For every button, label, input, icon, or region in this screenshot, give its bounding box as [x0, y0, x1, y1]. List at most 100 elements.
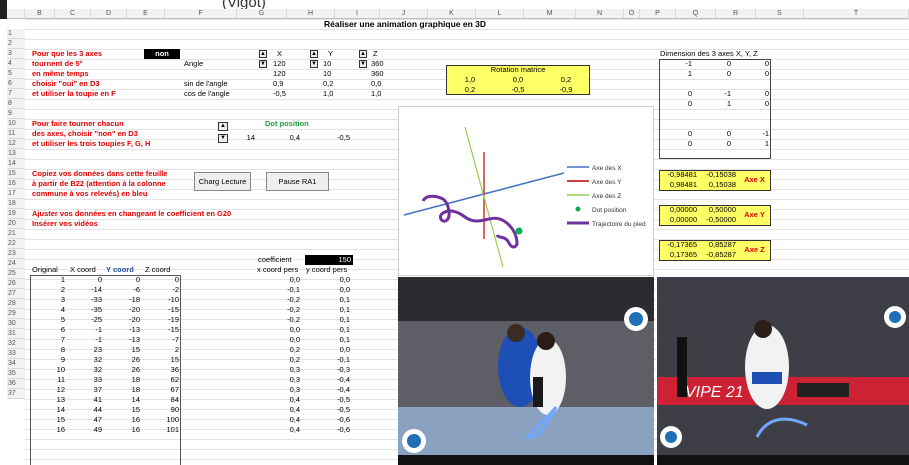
column-header[interactable]: J: [380, 9, 428, 19]
spin-up-y[interactable]: ▲: [310, 50, 318, 58]
row-header[interactable]: 30: [7, 319, 25, 329]
table-cell: -0,6: [337, 415, 350, 424]
row-header[interactable]: 7: [7, 89, 25, 99]
row-header[interactable]: 15: [7, 169, 25, 179]
row-header[interactable]: 24: [7, 259, 25, 269]
column-header[interactable]: F: [165, 9, 237, 19]
dot-spin-up[interactable]: ▲: [218, 122, 228, 131]
rot-r2-c3: -0,9: [559, 85, 573, 94]
column-header[interactable]: K: [428, 9, 476, 19]
row-header[interactable]: 23: [7, 249, 25, 259]
row-header[interactable]: 5: [7, 69, 25, 79]
charg-lecture-button[interactable]: Charg Lecture: [194, 172, 251, 191]
column-header[interactable]: Q: [676, 9, 716, 19]
column-header[interactable]: T: [804, 9, 909, 19]
spin-down-y[interactable]: ▼: [310, 60, 318, 68]
cos-y: 1,0: [323, 89, 334, 98]
row-header[interactable]: 31: [7, 329, 25, 339]
dimension-cell: 1: [687, 69, 692, 78]
select-all-corner[interactable]: [7, 9, 25, 19]
d3-mode-value[interactable]: non: [144, 49, 180, 59]
banner-text: VIPE 21: [685, 384, 744, 401]
table-cell: -0,4: [337, 375, 350, 384]
row-header[interactable]: 26: [7, 279, 25, 289]
column-header[interactable]: M: [524, 9, 576, 19]
table-cell: -15: [168, 305, 179, 314]
row-header[interactable]: 22: [7, 239, 25, 249]
axe-x-label: Axe X: [744, 175, 765, 184]
table-cell: -13: [129, 325, 140, 334]
row-header[interactable]: 9: [7, 109, 25, 119]
row-header[interactable]: 13: [7, 149, 25, 159]
spreadsheet-grid[interactable]: ABCDEFGHIJKLMNOPQRST 1234567891011121314…: [0, 9, 909, 465]
axe-x-r2c1: 0,98481: [669, 180, 697, 189]
instruction-line: Insérer vos vidéos: [32, 219, 98, 228]
row-header[interactable]: 10: [7, 119, 25, 129]
row-header[interactable]: 11: [7, 129, 25, 139]
row-header[interactable]: 17: [7, 189, 25, 199]
coefficient-value[interactable]: 150: [305, 255, 353, 265]
row-header[interactable]: 29: [7, 309, 25, 319]
column-header[interactable]: C: [55, 9, 91, 19]
instruction-line: à partir de B22 (attention à la colonne: [32, 179, 166, 188]
axe-y-r1c2: 0,50000: [708, 205, 736, 214]
column-header[interactable]: D: [91, 9, 127, 19]
row-header[interactable]: 28: [7, 299, 25, 309]
video-player-1[interactable]: [398, 277, 654, 465]
row-header[interactable]: 1: [7, 29, 25, 39]
row-header[interactable]: 14: [7, 159, 25, 169]
pause-button[interactable]: Pause RA1: [266, 172, 329, 191]
row-header[interactable]: 20: [7, 219, 25, 229]
spin-down-x[interactable]: ▼: [259, 60, 267, 68]
spin-up-z[interactable]: ▲: [359, 50, 367, 58]
table-cell: 47: [93, 415, 102, 424]
row-header[interactable]: 8: [7, 99, 25, 109]
row-header[interactable]: 19: [7, 209, 25, 219]
row-header[interactable]: 34: [7, 359, 25, 369]
table-cell: 26: [131, 355, 140, 364]
row-header[interactable]: 2: [7, 39, 25, 49]
row-header[interactable]: 6: [7, 79, 25, 89]
column-header[interactable]: G: [237, 9, 287, 19]
column-header[interactable]: B: [25, 9, 55, 19]
column-header[interactable]: R: [716, 9, 756, 19]
instruction-line: Copiez vos données dans cette feuille: [32, 169, 168, 178]
column-header[interactable]: H: [287, 9, 335, 19]
column-header[interactable]: I: [335, 9, 380, 19]
row-header[interactable]: 33: [7, 349, 25, 359]
row-header[interactable]: 4: [7, 59, 25, 69]
row-header[interactable]: 32: [7, 339, 25, 349]
table-cell: 15: [170, 355, 179, 364]
table-cell: 0,3: [289, 385, 300, 394]
column-header[interactable]: E: [127, 9, 165, 19]
row-header[interactable]: 18: [7, 199, 25, 209]
row-header[interactable]: 37: [7, 389, 25, 399]
table-cell: 15: [56, 415, 65, 424]
row-header[interactable]: 27: [7, 289, 25, 299]
row-header[interactable]: 35: [7, 369, 25, 379]
column-header[interactable]: O: [624, 9, 640, 19]
row-header[interactable]: 16: [7, 179, 25, 189]
spin-down-z[interactable]: ▼: [359, 60, 367, 68]
table-cell: 3: [60, 295, 65, 304]
column-header[interactable]: P: [640, 9, 676, 19]
row-header[interactable]: 3: [7, 49, 25, 59]
dot-index: 14: [246, 133, 255, 142]
column-header[interactable]: S: [756, 9, 804, 19]
sin-y: 0,2: [323, 79, 334, 88]
row-header[interactable]: 12: [7, 139, 25, 149]
table-cell: 44: [93, 405, 102, 414]
table-cell: -0,4: [337, 385, 350, 394]
video-player-2[interactable]: VIPE 21: [657, 277, 909, 465]
table-cell: -0,2: [287, 315, 300, 324]
column-header[interactable]: L: [476, 9, 524, 19]
angle-y: 10: [323, 59, 332, 68]
table-cell: 12: [56, 385, 65, 394]
dot-spin-down[interactable]: ▼: [218, 134, 228, 143]
row-header[interactable]: 36: [7, 379, 25, 389]
chart-panel[interactable]: Axe des X Axe des Y Axe des Z Dot position T…: [398, 106, 654, 276]
spin-up-x[interactable]: ▲: [259, 50, 267, 58]
row-header[interactable]: 21: [7, 229, 25, 239]
column-header[interactable]: N: [576, 9, 624, 19]
row-header[interactable]: 25: [7, 269, 25, 279]
